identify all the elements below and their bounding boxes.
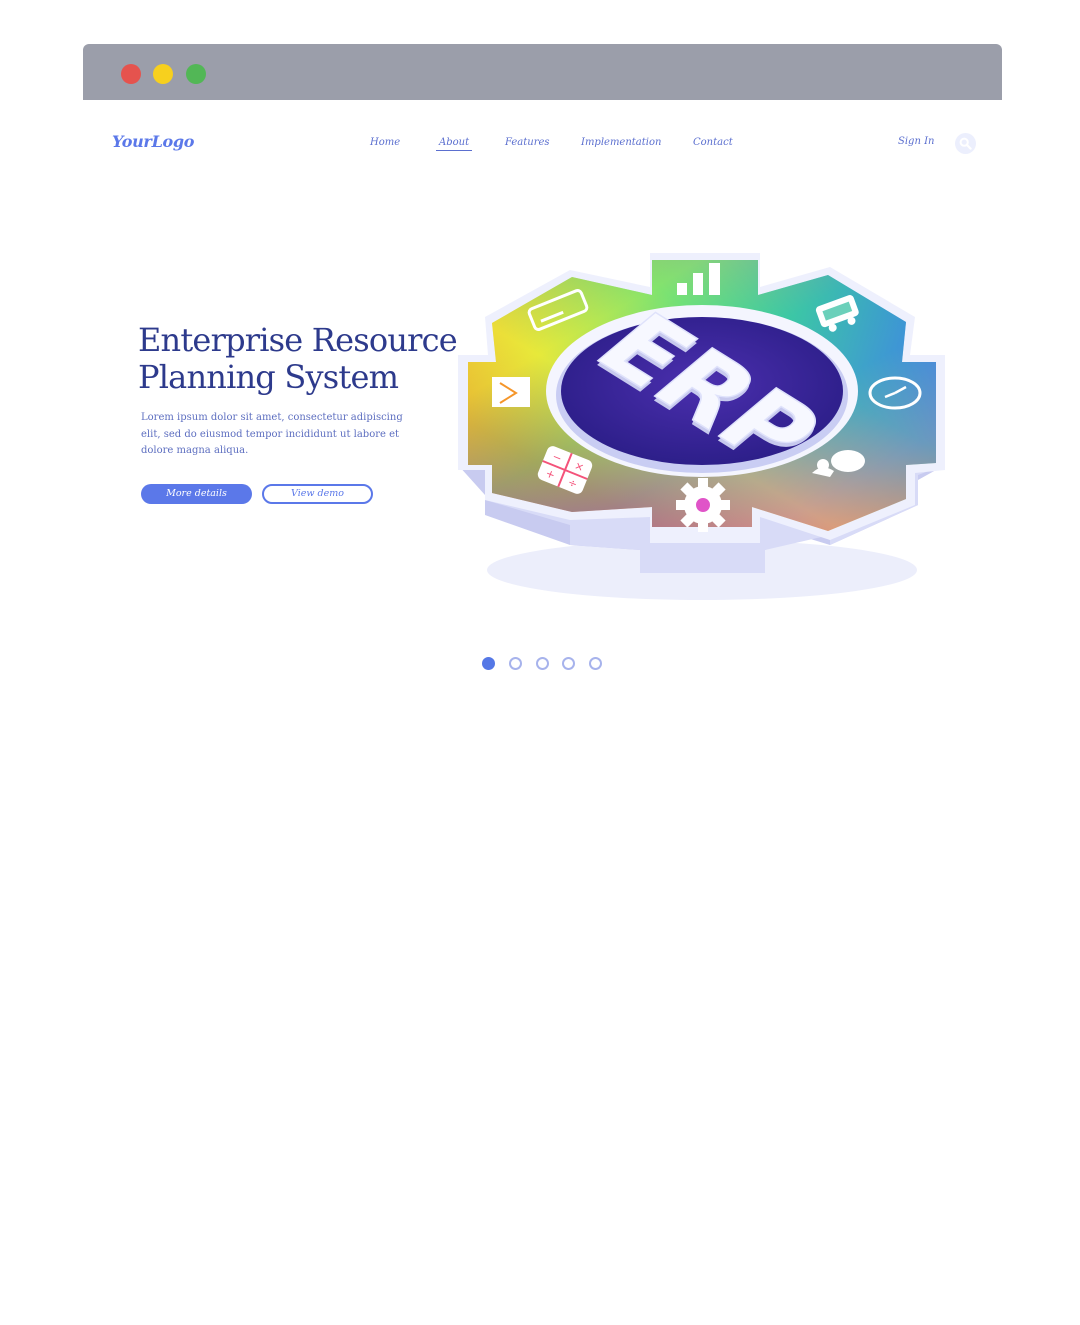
hero-title-line2: Planning System [138, 358, 399, 396]
nav-implementation[interactable]: Implementation [581, 137, 661, 148]
search-icon [959, 137, 972, 150]
carousel-dot-2[interactable] [509, 657, 522, 670]
carousel-dot-4[interactable] [562, 657, 575, 670]
logo[interactable]: YourLogo [112, 132, 194, 151]
nav-contact[interactable]: Contact [693, 137, 733, 148]
browser-window-bar [83, 44, 1002, 100]
gear-icon [676, 478, 730, 532]
carousel-dot-5[interactable] [589, 657, 602, 670]
minimize-icon[interactable] [153, 64, 173, 84]
erp-gear-illustration: ERP ERP − × + ÷ [458, 253, 945, 600]
nav-about[interactable]: About [436, 137, 473, 151]
sign-in-link[interactable]: Sign In [898, 136, 934, 147]
close-icon[interactable] [121, 64, 141, 84]
view-demo-button[interactable]: View demo [262, 484, 373, 504]
carousel-dot-1[interactable] [482, 657, 495, 670]
search-button[interactable] [955, 133, 976, 154]
carousel-dot-3[interactable] [536, 657, 549, 670]
maximize-icon[interactable] [186, 64, 206, 84]
nav-features[interactable]: Features [505, 137, 550, 148]
mail-icon [492, 377, 530, 407]
hero-title-line1: Enterprise Resource [138, 321, 458, 359]
nav-home[interactable]: Home [370, 137, 400, 148]
more-details-button[interactable]: More details [141, 484, 252, 504]
hero-title: Enterprise Resource Planning System [138, 322, 458, 396]
hero-description: Lorem ipsum dolor sit amet, consectetur … [141, 412, 403, 456]
